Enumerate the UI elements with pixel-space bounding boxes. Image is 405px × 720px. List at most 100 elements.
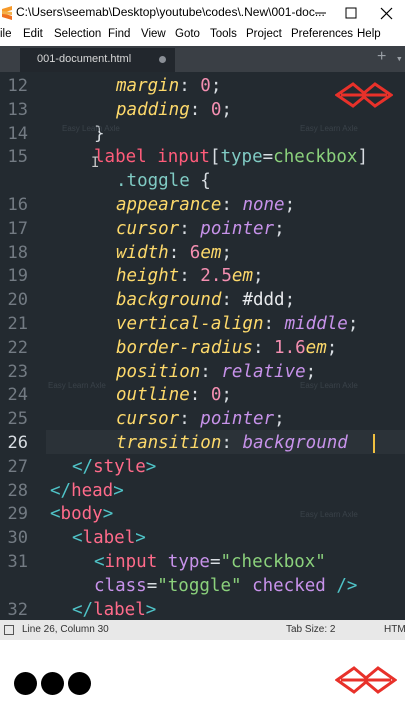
line-number: 26 — [7, 433, 28, 453]
code-token: : — [189, 99, 211, 120]
code-line[interactable]: padding: 0; — [116, 98, 232, 122]
new-tab-button[interactable]: + — [377, 48, 386, 66]
unsaved-dot-icon[interactable] — [159, 56, 166, 63]
watermark: Easy Learn Axle — [300, 510, 358, 519]
code-token: em — [200, 242, 222, 263]
code-line[interactable]: </head> — [50, 479, 124, 503]
line-number: 30 — [7, 528, 28, 549]
maximize-icon — [345, 7, 357, 19]
code-token: checkbox — [273, 147, 358, 168]
code-editor[interactable]: 12 13 14 15 16 17 18 19 20 21 22 23 24 25 26 27 28 29 30 31… — [0, 72, 405, 620]
code-line[interactable]: width: 6em; — [116, 241, 232, 265]
code-line[interactable]: vertical-align: middle; — [116, 312, 358, 336]
code-token: label — [94, 147, 147, 168]
line-number: 19 — [7, 266, 28, 287]
code-token: outline — [116, 385, 190, 406]
code-token: label — [82, 528, 136, 549]
code-line[interactable]: class="toggle" checked /> — [94, 574, 357, 598]
code-line[interactable]: outline: 0; — [116, 383, 232, 407]
menu-bar: ile Edit Selection Find View Goto Tools … — [0, 26, 405, 46]
menu-preferences[interactable]: Preferences — [291, 28, 353, 40]
line-number: 31 — [7, 552, 28, 572]
syntax-mode[interactable]: HTM — [384, 624, 405, 635]
cursor-position[interactable]: Line 26, Column 30 — [22, 624, 109, 635]
tab-dropdown-icon[interactable]: ▾ — [396, 52, 403, 65]
maximize-button[interactable] — [334, 0, 368, 26]
panel-toggle-icon[interactable] — [4, 625, 14, 635]
code-line[interactable]: cursor: pointer; — [116, 407, 285, 431]
code-token: relative — [221, 361, 306, 382]
code-token: background — [116, 290, 222, 311]
code-token: [ — [209, 147, 221, 168]
code-token: ; — [221, 242, 232, 263]
line-number: 22 — [7, 337, 28, 358]
text-cursor-icon: I — [91, 155, 100, 171]
menu-help[interactable]: Help — [357, 28, 381, 40]
code-line[interactable]: <input type="checkbox" — [94, 550, 326, 574]
code-token: 0 — [200, 76, 211, 96]
code-token: input — [104, 552, 158, 572]
menu-file[interactable]: ile — [0, 28, 12, 40]
code-line[interactable]: </label> — [72, 598, 156, 620]
tab-size[interactable]: Tab Size: 2 — [286, 624, 335, 635]
code-token: ; — [221, 99, 232, 120]
code-token: position — [116, 361, 201, 382]
line-number: 17 — [7, 218, 28, 239]
code-token: class — [94, 575, 147, 596]
code-token: ; — [210, 76, 222, 96]
code-line[interactable]: </style> — [72, 455, 156, 479]
menu-project[interactable]: Project — [246, 28, 282, 40]
code-line[interactable]: cursor: pointer; — [116, 217, 285, 241]
line-number: 29 — [7, 504, 28, 525]
code-line[interactable]: label input[type=checkbox] — [94, 145, 368, 169]
code-token: head — [71, 480, 114, 501]
minimize-button[interactable] — [304, 0, 338, 26]
code-token: : — [221, 195, 243, 215]
menu-edit[interactable]: Edit — [23, 28, 43, 40]
code-token: : — [179, 76, 201, 96]
code-line[interactable]: position: relative; — [116, 360, 316, 384]
watermark: Easy Learn Axle — [62, 124, 120, 133]
dot-icon — [68, 672, 91, 695]
status-bar: Line 26, Column 30 Tab Size: 2 HTM — [0, 620, 405, 640]
menu-goto[interactable]: Goto — [175, 28, 200, 40]
code-token: background — [242, 433, 348, 453]
code-line[interactable]: height: 2.5em; — [116, 264, 264, 288]
watermark: Easy Learn Axle — [300, 124, 358, 133]
code-token: < — [50, 504, 61, 525]
code-token: : — [179, 218, 201, 239]
code-token: : — [263, 314, 285, 334]
code-token: width — [116, 242, 169, 263]
code-token: < — [72, 528, 83, 549]
code-token: ; — [326, 337, 338, 358]
code-line[interactable]: .toggle { — [116, 169, 211, 193]
menu-selection[interactable]: Selection — [54, 28, 101, 40]
close-button[interactable] — [370, 0, 404, 26]
code-token: checked — [252, 575, 326, 596]
code-token: type — [167, 552, 210, 572]
code-token: "toggle" — [157, 575, 242, 596]
code-line[interactable]: transition: background — [116, 431, 348, 455]
code-line[interactable]: border-radius: 1.6em; — [116, 336, 337, 360]
code-token: : — [179, 266, 201, 287]
code-line[interactable]: appearance: none; — [116, 193, 295, 217]
line-number: 21 — [7, 314, 28, 334]
tab-label: 001-document.html — [37, 53, 132, 65]
dot-icon — [14, 672, 37, 695]
menu-find[interactable]: Find — [108, 28, 130, 40]
code-line[interactable]: <body> — [50, 502, 113, 526]
code-token: 6 — [189, 242, 201, 263]
dot-icon — [41, 672, 64, 695]
code-token: ; — [284, 290, 296, 311]
code-line[interactable]: background: #ddd; — [116, 288, 295, 312]
code-line[interactable]: <label> — [72, 526, 146, 550]
code-token: height — [116, 266, 180, 287]
code-token: > — [113, 480, 124, 501]
code-token: label — [93, 599, 146, 620]
code-line[interactable]: margin: 0; — [116, 74, 221, 98]
menu-tools[interactable]: Tools — [210, 28, 237, 40]
menu-view[interactable]: View — [141, 28, 166, 40]
